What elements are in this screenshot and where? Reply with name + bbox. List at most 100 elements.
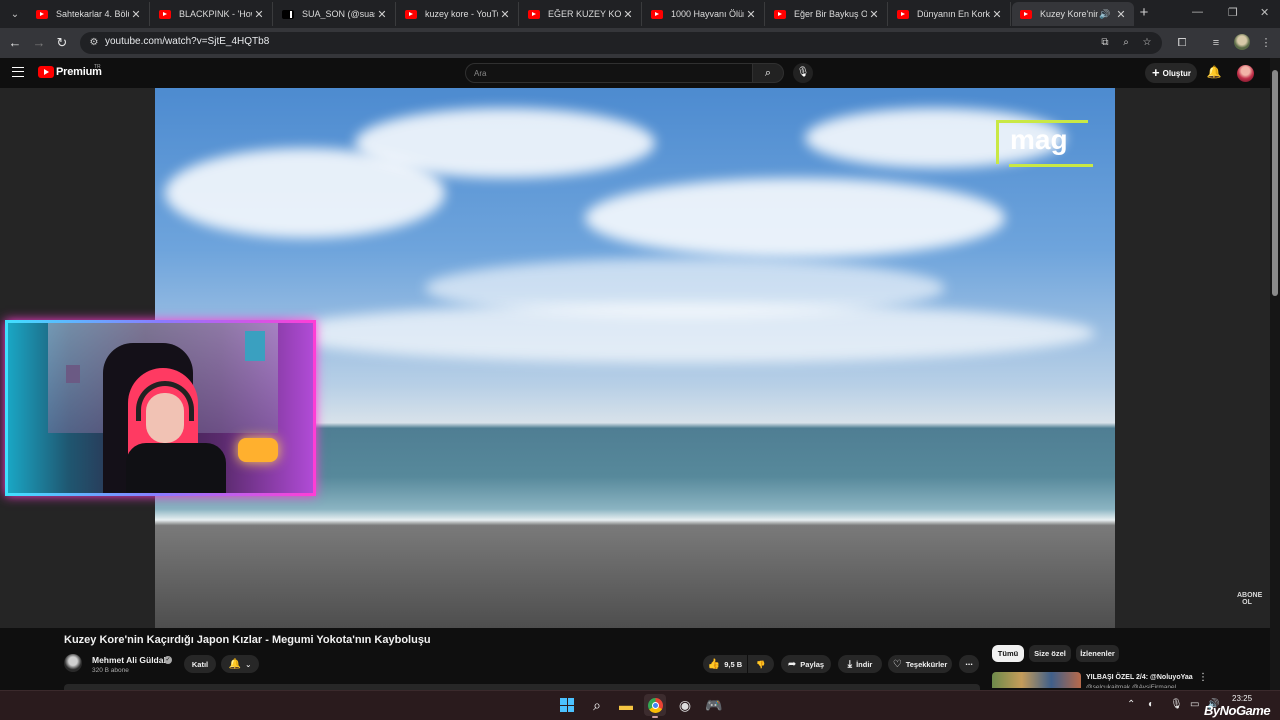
microphone-icon[interactable]: 🎙 <box>1170 699 1183 710</box>
mag-channel-logo: mag <box>1010 124 1068 155</box>
tab-close-icon[interactable]: ✕ <box>744 8 758 21</box>
tab-close-icon[interactable]: ✕ <box>1114 8 1128 21</box>
join-button[interactable]: Katıl <box>184 655 216 673</box>
channel-name[interactable]: Mehmet Ali Güldal <box>92 655 166 665</box>
audio-playing-icon[interactable]: 🔊 <box>1098 9 1112 20</box>
browser-menu-icon[interactable]: ⋮ <box>1258 34 1274 52</box>
address-bar[interactable]: ⚙ youtube.com/watch?v=SjtE_4HQTb8 ⧉ ⌕ ☆ <box>80 32 1162 54</box>
media-controls-icon[interactable]: ≡ <box>1208 34 1224 52</box>
verified-check-icon: ✓ <box>164 656 172 664</box>
taskbar-clock[interactable]: 23:25 <box>1232 694 1252 703</box>
site-info-icon[interactable]: ⚙ <box>86 35 102 51</box>
browser-tab[interactable]: BLACKPINK - 'How Yo ✕ <box>151 2 273 26</box>
chevron-down-icon: ⌄ <box>245 659 252 669</box>
scrollbar-thumb[interactable] <box>1272 70 1278 296</box>
subscribe-watermark-line1: ABONE <box>1237 592 1263 599</box>
account-avatar[interactable] <box>1237 65 1254 82</box>
tray-app-icon[interactable]: ◐ <box>1148 699 1154 710</box>
youtube-icon <box>774 9 786 19</box>
tab-close-icon[interactable]: ✕ <box>621 8 635 21</box>
tab-title: 1000 Hayvanı Ölümde <box>671 9 744 19</box>
guide-menu-icon[interactable] <box>12 67 24 77</box>
reload-icon[interactable]: ↻ <box>53 34 71 52</box>
youtube-icon <box>159 9 171 19</box>
chip-for-you[interactable]: Size özel <box>1029 645 1071 662</box>
like-button[interactable]: 👍 9,5 B <box>703 655 747 673</box>
chrome-icon[interactable] <box>644 694 666 718</box>
youtube-logo-icon[interactable] <box>38 66 54 78</box>
close-window-icon[interactable]: ✕ <box>1260 6 1269 19</box>
subscribe-watermark-line2: OL <box>1242 599 1252 606</box>
taskbar-search-icon[interactable]: ⌕ <box>586 694 608 716</box>
notifications-bell-icon[interactable]: 🔔 <box>1206 65 1222 81</box>
channel-avatar[interactable] <box>64 654 82 672</box>
share-label: Paylaş <box>800 659 825 669</box>
restore-icon[interactable]: ❐ <box>1228 6 1238 19</box>
tab-close-icon[interactable]: ✕ <box>498 8 512 21</box>
more-actions-button[interactable]: ⋯ <box>959 655 979 673</box>
subscribe-watermark[interactable]: ABONE OL <box>1237 592 1263 606</box>
thanks-button[interactable]: ♡ Teşekkürler <box>888 655 952 673</box>
browser-tab[interactable]: EĞER KUZEY KORE'DE ✕ <box>520 2 642 26</box>
create-button[interactable]: + Oluştur <box>1145 63 1197 83</box>
chip-watched[interactable]: İzlenenler <box>1076 645 1119 662</box>
chip-all[interactable]: Tümü <box>992 645 1024 662</box>
back-arrow-icon[interactable]: ← <box>6 34 24 52</box>
voice-search-mic-icon[interactable]: 🎙 <box>793 63 813 83</box>
network-icon[interactable]: ▭ <box>1190 699 1199 710</box>
browser-tab[interactable]: SUA_SON (@suasonii) ✕ <box>274 2 396 26</box>
browser-tab-active[interactable]: Kuzey Kore'nin Ka 🔊 ✕ <box>1012 2 1134 26</box>
tab-close-icon[interactable]: ✕ <box>252 8 266 21</box>
recommended-video-title[interactable]: YILBAŞI ÖZEL 2/4: @NoluyoYaa <box>1086 674 1193 681</box>
browser-tab[interactable]: Dünyanın En Korkunç ✕ <box>889 2 1011 26</box>
search-box[interactable] <box>465 63 753 83</box>
tab-close-icon[interactable]: ✕ <box>867 8 881 21</box>
start-button[interactable] <box>556 694 578 716</box>
search-button[interactable]: ⌕ <box>752 63 784 83</box>
browser-tab[interactable]: Sahtekarlar 4. Bölüm ✕ <box>28 2 150 26</box>
file-explorer-icon[interactable]: ▬ <box>615 694 637 716</box>
tab-close-icon[interactable]: ✕ <box>990 8 1004 21</box>
tray-overflow-chevron-icon[interactable]: ⌃ <box>1127 699 1135 710</box>
obs-studio-icon[interactable]: ◉ <box>674 694 696 716</box>
download-button[interactable]: ⤓ İndir <box>838 655 882 673</box>
page-scrollbar[interactable] <box>1270 58 1280 692</box>
streamer-body <box>126 443 226 493</box>
bell-icon: 🔔 <box>228 658 242 670</box>
tab-title: Eğer Bir Baykuş Olara <box>794 9 867 19</box>
sky-cloud <box>275 303 1095 363</box>
install-app-icon[interactable]: ⧉ <box>1098 36 1112 50</box>
tab-close-icon[interactable]: ✕ <box>375 8 389 21</box>
video-title: Kuzey Kore'nin Kaçırdığı Japon Kızlar - … <box>64 634 431 646</box>
dislike-button[interactable]: 👎 <box>748 655 774 673</box>
browser-tab[interactable]: 1000 Hayvanı Ölümde ✕ <box>643 2 765 26</box>
bookmark-star-icon[interactable]: ☆ <box>1140 36 1154 50</box>
wall-poster <box>66 365 80 383</box>
browser-tab[interactable]: Eğer Bir Baykuş Olara ✕ <box>766 2 888 26</box>
share-arrow-icon: ➦ <box>787 658 797 670</box>
extensions-puzzle-icon[interactable]: ⧠ <box>1174 34 1190 52</box>
super-thanks-icon: ♡ <box>892 658 902 670</box>
tab-close-icon[interactable]: ✕ <box>129 8 143 21</box>
tab-title: EĞER KUZEY KORE'DE <box>548 9 621 19</box>
subscribed-bell-button[interactable]: 🔔 ⌄ <box>221 655 259 673</box>
share-button[interactable]: ➦ Paylaş <box>781 655 831 673</box>
tab-search-chevron-icon[interactable]: ⌄ <box>6 5 24 23</box>
recommended-more-icon[interactable]: ⋮ <box>1198 672 1208 683</box>
tab-title: Kuzey Kore'nin Ka <box>1040 9 1098 19</box>
search-input[interactable] <box>474 67 744 80</box>
minimize-icon[interactable]: — <box>1192 6 1203 18</box>
zoom-icon[interactable]: ⌕ <box>1119 36 1133 50</box>
new-tab-button[interactable]: + <box>1136 4 1152 22</box>
windows-logo-icon <box>560 698 574 712</box>
browser-tab[interactable]: kuzey kore - YouTube ✕ <box>397 2 519 26</box>
recommended-video-thumbnail[interactable] <box>992 672 1081 688</box>
download-label: İndir <box>856 659 873 669</box>
discord-icon[interactable]: 🎮 <box>703 694 725 716</box>
recommended-video-channels: @selcukaitmak @AysiFirmanel <box>1086 684 1177 688</box>
chrome-logo <box>647 697 663 713</box>
browser-profile-avatar[interactable] <box>1234 34 1250 50</box>
search-icon: ⌕ <box>764 67 772 79</box>
forward-arrow-icon[interactable]: → <box>30 34 48 52</box>
url-text[interactable]: youtube.com/watch?v=SjtE_4HQTb8 <box>105 36 269 47</box>
